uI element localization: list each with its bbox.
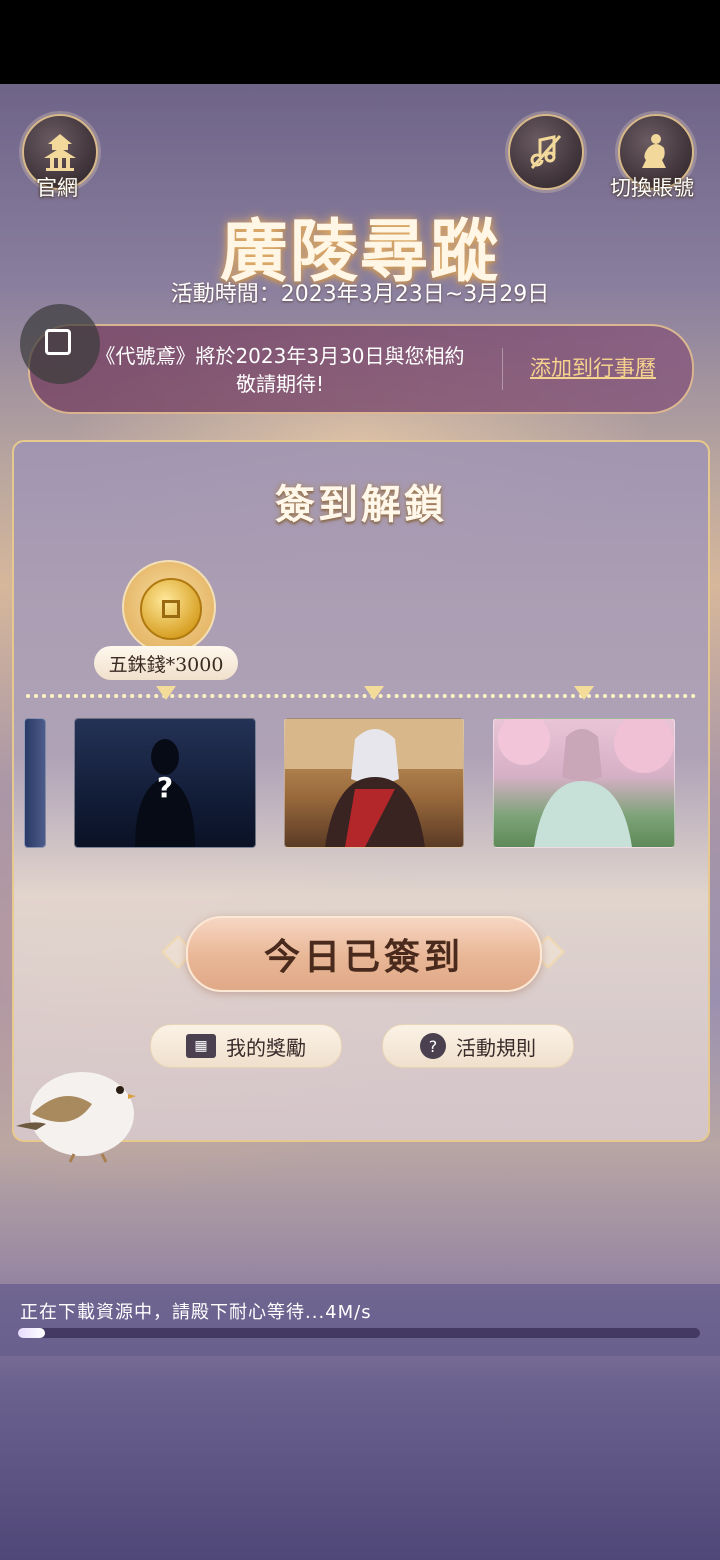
add-to-calendar-link[interactable]: 添加到行事曆: [530, 352, 656, 382]
checkbox-icon: [45, 329, 71, 355]
music-toggle-button[interactable]: [508, 114, 584, 190]
event-rules-button[interactable]: ? 活動規則: [382, 1024, 574, 1068]
reward-card-partial[interactable]: [24, 718, 46, 848]
reward-medal[interactable]: [122, 560, 216, 654]
pavilion-icon: [44, 134, 76, 171]
bird-mascot-icon: [16, 1072, 136, 1163]
reward-card-character-red[interactable]: [284, 718, 464, 848]
status-bar: [0, 0, 720, 84]
marker-icon: [574, 686, 594, 700]
reward-label: 五銖錢*3000: [94, 646, 238, 680]
coin-hole: [162, 600, 180, 618]
notice-line-2: 敬請期待!: [235, 372, 325, 396]
character-portrait-red-icon: [285, 719, 463, 847]
reward-card-mystery[interactable]: ?: [74, 718, 256, 848]
notice-divider: [502, 348, 503, 390]
marker-icon: [364, 686, 384, 700]
gift-box-icon: ▦: [186, 1034, 216, 1058]
music-off-icon: [530, 135, 562, 169]
reward-card-character-green[interactable]: [493, 718, 675, 848]
download-status-text: 正在下載資源中，請殿下耐心等待...4M/s: [20, 1302, 372, 1323]
my-rewards-button[interactable]: ▦ 我的獎勵: [150, 1024, 342, 1068]
character-portrait-green-icon: [498, 719, 674, 847]
signed-today-button[interactable]: 今日已簽到: [186, 916, 542, 992]
coin-icon: [140, 578, 202, 640]
marker-icon: [156, 686, 176, 700]
event-rules-label: 活動規則: [456, 1035, 536, 1060]
download-progress-track: [18, 1328, 700, 1338]
notice-line-1: 《代號鳶》將於2023年3月30日與您相約: [95, 344, 465, 368]
my-rewards-label: 我的獎勵: [226, 1035, 306, 1060]
progress-dotted-line: [26, 694, 696, 698]
question-icon: ?: [420, 1033, 446, 1059]
check-in-panel: 簽到解鎖 五銖錢*3000 ? 今日已簽到 ▦ 我的獎勵 ? 活動規則: [12, 440, 710, 1142]
profile-silhouette-icon: [642, 134, 666, 168]
download-progress-fill: [18, 1328, 45, 1338]
floating-checkbox-button[interactable]: [20, 304, 100, 384]
download-status-bar: 正在下載資源中，請殿下耐心等待...4M/s: [0, 1284, 720, 1356]
event-time: 活動時間：2023年3月23日~3月29日: [170, 282, 550, 307]
panel-title: 簽到解鎖: [275, 481, 447, 528]
mystery-question-mark: ?: [156, 771, 174, 804]
notice-text: 《代號鳶》將於2023年3月30日與您相約 敬請期待!: [60, 342, 500, 398]
notice-banner: 《代號鳶》將於2023年3月30日與您相約 敬請期待! 添加到行事曆: [28, 324, 694, 414]
